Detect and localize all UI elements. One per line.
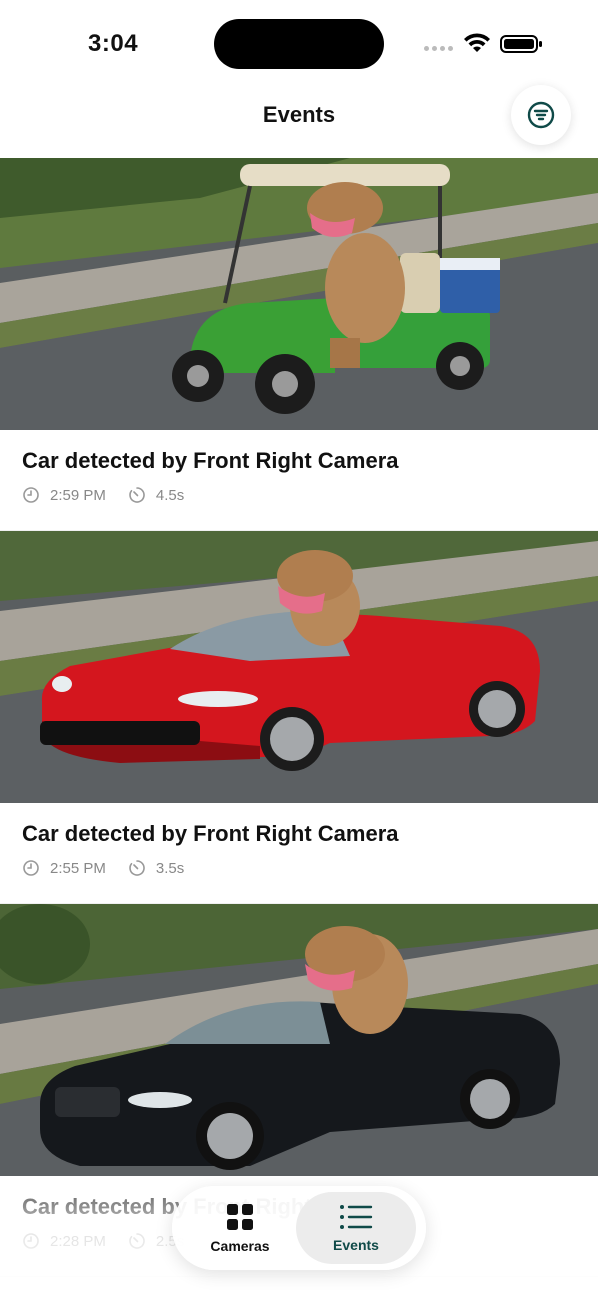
event-time-text: 2:55 PM bbox=[50, 859, 106, 877]
event-meta: 2:59 PM 4.5s bbox=[22, 486, 206, 504]
event-title: Car detected by Front Right Camera bbox=[22, 448, 399, 473]
event-card[interactable]: Car detected by Front Right Camera 2:59 … bbox=[0, 158, 598, 531]
event-duration-text: 3.5s bbox=[155, 859, 185, 877]
wifi-icon bbox=[464, 33, 490, 52]
header: Events bbox=[0, 80, 598, 158]
list-icon bbox=[340, 1205, 373, 1229]
clock-icon bbox=[23, 1233, 39, 1249]
event-thumbnail[interactable] bbox=[0, 158, 598, 430]
event-time-text: 2:28 PM bbox=[50, 1232, 106, 1250]
event-duration-text: 4.5s bbox=[155, 486, 185, 504]
grid-icon bbox=[227, 1204, 253, 1230]
event-time: 2:28 PM bbox=[22, 1232, 106, 1250]
clock-icon bbox=[23, 487, 39, 503]
event-duration: 3.5s bbox=[128, 859, 184, 877]
event-info: Car detected by Front Right Camera 2:59 … bbox=[0, 430, 598, 531]
event-thumbnail[interactable] bbox=[0, 904, 598, 1176]
timer-icon bbox=[129, 1233, 145, 1249]
event-meta: 2:55 PM 3.5s bbox=[22, 859, 206, 877]
event-duration: 4.5s bbox=[128, 486, 184, 504]
tab-events[interactable]: Events bbox=[296, 1192, 416, 1264]
battery-icon bbox=[500, 35, 542, 53]
event-time: 2:55 PM bbox=[22, 859, 106, 877]
page-title: Events bbox=[262, 102, 336, 127]
filter-icon bbox=[527, 101, 555, 129]
dynamic-island bbox=[214, 19, 384, 69]
status-time: 3:04 bbox=[88, 30, 139, 57]
status-bar: 3:04 bbox=[0, 0, 598, 80]
event-time-text: 2:59 PM bbox=[50, 486, 106, 504]
tab-bar: Cameras Events bbox=[172, 1186, 426, 1270]
tab-events-label: Events bbox=[333, 1237, 379, 1253]
event-thumbnail[interactable] bbox=[0, 531, 598, 803]
clock-icon bbox=[23, 860, 39, 876]
event-card[interactable]: Car detected by Front Right Camera 2:55 … bbox=[0, 531, 598, 904]
event-time: 2:59 PM bbox=[22, 486, 106, 504]
event-info: Car detected by Front Right Camera 2:55 … bbox=[0, 803, 598, 904]
filter-button[interactable] bbox=[511, 85, 571, 145]
timer-icon bbox=[129, 487, 145, 503]
timer-icon bbox=[129, 860, 145, 876]
cellular-signal-icon bbox=[424, 46, 453, 51]
tab-cameras[interactable]: Cameras bbox=[180, 1192, 300, 1264]
tab-cameras-label: Cameras bbox=[210, 1238, 270, 1254]
event-title: Car detected by Front Right Camera bbox=[22, 821, 399, 846]
events-list: Car detected by Front Right Camera 2:59 … bbox=[0, 158, 598, 1277]
